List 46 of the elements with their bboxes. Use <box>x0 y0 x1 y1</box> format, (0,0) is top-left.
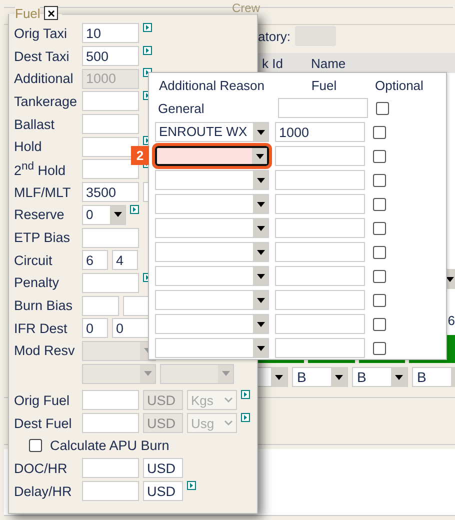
field-label: Mod Resv <box>14 343 76 358</box>
input-field[interactable]: 0 <box>82 318 108 338</box>
field-label: MLF/MLT <box>14 184 72 200</box>
field-label: Orig Taxi <box>14 26 68 41</box>
field-label: DOC/HR <box>14 460 68 476</box>
input-field[interactable]: 4 <box>112 250 138 270</box>
field-label: Burn Bias <box>14 298 74 314</box>
dropdown[interactable]: 0 <box>82 204 126 225</box>
input-field[interactable]: 500 <box>82 46 139 66</box>
field-label: Tankerage <box>14 94 78 109</box>
field-label: Penalty <box>14 275 60 290</box>
field-label: atory: <box>258 28 291 44</box>
currency-field[interactable]: USD <box>143 481 183 502</box>
field-label: Hold <box>14 139 43 154</box>
reason-label: General <box>157 100 206 116</box>
panel-title: Fuel <box>15 6 40 20</box>
column-header: Name <box>310 56 346 70</box>
crew-legend: Crew <box>232 2 260 14</box>
grade-select[interactable]: B <box>292 367 348 387</box>
table-cell: 6 <box>448 313 455 328</box>
reason-dropdown[interactable]: ENROUTE WX <box>155 122 269 142</box>
input-field[interactable]: 3500 <box>82 182 139 202</box>
column-header: Optional <box>374 78 424 93</box>
field-label: Circuit <box>14 252 54 268</box>
grade-select[interactable]: B <box>412 367 455 387</box>
fuel-field[interactable]: 1000 <box>275 122 365 142</box>
input-field[interactable]: 10 <box>82 23 139 44</box>
checkbox-label: Calculate APU Burn <box>50 438 170 454</box>
field-label: Delay/HR <box>14 484 73 499</box>
currency-field[interactable]: USD <box>143 458 183 478</box>
field-label: Ballast <box>14 116 56 132</box>
field-label: ETP Bias <box>14 230 72 246</box>
field-label: Dest Fuel <box>14 416 73 431</box>
grade-select[interactable]: B <box>352 367 408 387</box>
field-label: IFR Dest <box>14 320 68 336</box>
field-label: Reserve <box>14 207 66 222</box>
column-header: Fuel <box>310 78 338 93</box>
column-header: k Id <box>262 56 283 70</box>
field-label: Orig Fuel <box>14 392 71 408</box>
field-label: Dest Taxi <box>14 48 70 64</box>
close-button[interactable]: × <box>44 6 58 20</box>
field-label: Additional <box>14 71 74 86</box>
field-label: 2$^{nd}$ Hold <box>14 160 67 178</box>
input-field[interactable]: 6 <box>82 250 108 270</box>
column-header: Additional Reason <box>158 78 266 93</box>
step-badge: 2 <box>131 146 149 165</box>
